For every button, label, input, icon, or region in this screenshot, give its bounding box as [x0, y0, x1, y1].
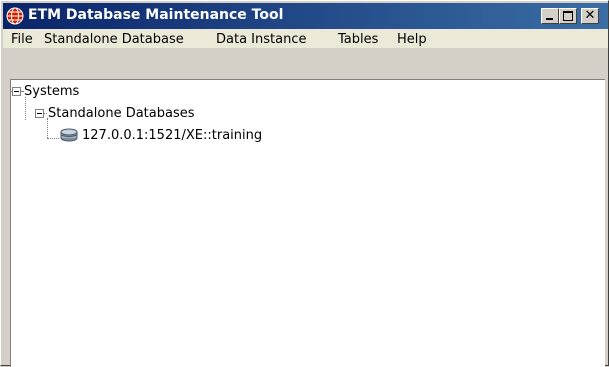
- tree-node-database-training[interactable]: 127.0.0.1:1521/XE::training: [82, 128, 262, 143]
- collapse-toggle-systems[interactable]: [12, 87, 21, 96]
- app-window: ETM Database Maintenance Tool ✕ File Sta…: [0, 0, 609, 367]
- tree-connector: [25, 97, 26, 120]
- close-icon: ✕: [584, 8, 596, 23]
- tree-connector: [44, 113, 47, 114]
- menu-help[interactable]: Help: [397, 32, 427, 47]
- menu-bar: File Standalone Database Data Instance T…: [3, 29, 608, 48]
- tree-connector: [47, 138, 59, 139]
- globe-icon: [6, 7, 24, 25]
- maximize-button[interactable]: [559, 8, 577, 24]
- maximize-icon: [563, 11, 573, 21]
- systems-tree[interactable]: Systems Standalone Databases 127.0.0.1:1…: [10, 79, 605, 367]
- minimize-button[interactable]: [541, 8, 559, 24]
- close-button[interactable]: ✕: [581, 8, 599, 24]
- tree-node-standalone-databases[interactable]: Standalone Databases: [48, 106, 195, 121]
- window-title: ETM Database Maintenance Tool: [28, 7, 284, 23]
- menu-data-instance[interactable]: Data Instance: [216, 32, 306, 47]
- menu-file[interactable]: File: [11, 32, 33, 47]
- tree-connector: [21, 91, 23, 92]
- collapse-toggle-standalone-databases[interactable]: [35, 109, 44, 118]
- minimize-icon: [546, 18, 553, 20]
- menu-tables[interactable]: Tables: [338, 32, 378, 47]
- tree-node-systems[interactable]: Systems: [24, 84, 79, 99]
- tree-connector: [47, 118, 48, 138]
- menu-standalone-database[interactable]: Standalone Database: [44, 32, 184, 47]
- title-bar[interactable]: ETM Database Maintenance Tool ✕: [3, 3, 608, 29]
- database-icon: [60, 128, 78, 142]
